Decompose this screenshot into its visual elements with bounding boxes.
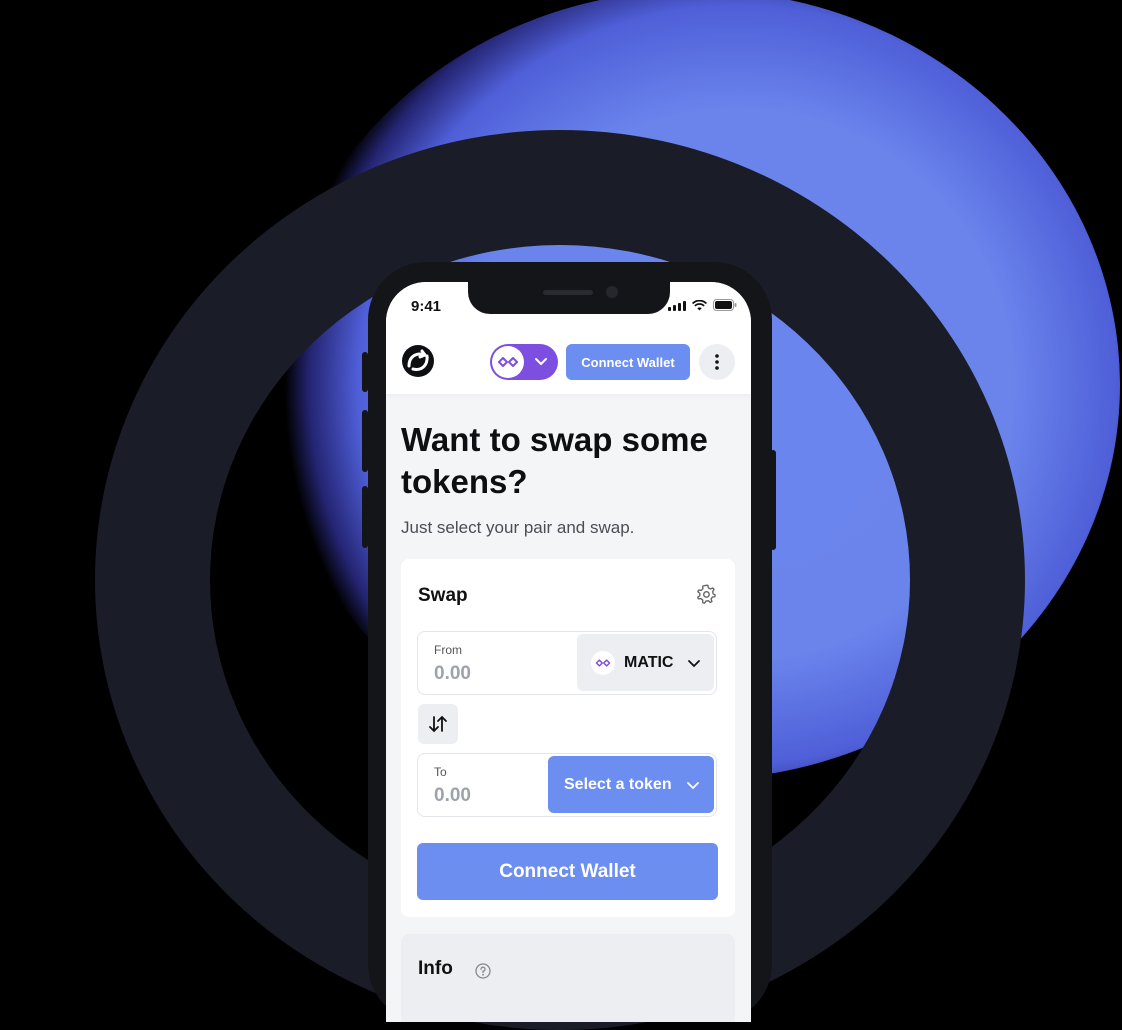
chevron-down-icon: [535, 358, 547, 366]
select-token-label: Select a token: [564, 775, 672, 793]
phone-volume-down: [362, 486, 368, 548]
status-bar: 9:41: [386, 282, 751, 330]
camera: [606, 286, 618, 298]
status-icons: [668, 299, 737, 311]
swap-direction-button[interactable]: [418, 704, 458, 744]
from-token-selector[interactable]: MATIC: [577, 634, 714, 691]
select-token-button[interactable]: Select a token: [548, 756, 714, 813]
settings-gear-icon[interactable]: [695, 583, 717, 605]
speaker: [543, 290, 593, 295]
to-label: To: [434, 765, 447, 779]
wifi-icon: [692, 300, 707, 311]
connect-wallet-header-button[interactable]: Connect Wallet: [566, 344, 690, 380]
more-vertical-icon: [715, 354, 719, 370]
signal-icon: [668, 301, 686, 311]
more-options-button[interactable]: [699, 344, 735, 380]
to-field[interactable]: To 0.00 Select a token: [417, 753, 717, 817]
connect-wallet-button[interactable]: Connect Wallet: [417, 843, 718, 900]
app-header: Connect Wallet: [386, 330, 751, 394]
swap-arrows-icon: [429, 715, 447, 733]
swap-card: Swap From 0.00 MATIC To 0.00 Select a to…: [401, 559, 735, 917]
chevron-down-icon: [688, 659, 701, 667]
chevron-down-icon: [686, 781, 699, 789]
from-token-name: MATIC: [624, 653, 674, 671]
polygon-icon: [591, 650, 615, 675]
notch: [468, 282, 670, 314]
hero-subtitle: Just select your pair and swap.: [401, 518, 635, 537]
phone-side-button: [362, 352, 368, 392]
help-circle-icon[interactable]: [475, 963, 491, 979]
phone-power-button: [770, 450, 776, 550]
battery-icon: [713, 299, 737, 311]
phone-screen: 9:41 Connect Wallet Want to swap some to…: [386, 282, 751, 1022]
from-field[interactable]: From 0.00 MATIC: [417, 631, 717, 695]
swap-title: Swap: [418, 585, 468, 606]
polygon-icon: [492, 346, 524, 378]
app-logo-icon[interactable]: [401, 344, 435, 378]
network-selector-button[interactable]: [490, 344, 558, 380]
phone-volume-up: [362, 410, 368, 472]
info-title: Info: [418, 958, 453, 979]
from-amount-input[interactable]: 0.00: [434, 663, 471, 685]
from-label: From: [434, 643, 462, 657]
hero-title: Want to swap some tokens?: [401, 421, 708, 500]
info-card: Info: [401, 934, 735, 1022]
status-time: 9:41: [411, 298, 442, 315]
to-amount-input[interactable]: 0.00: [434, 785, 471, 807]
